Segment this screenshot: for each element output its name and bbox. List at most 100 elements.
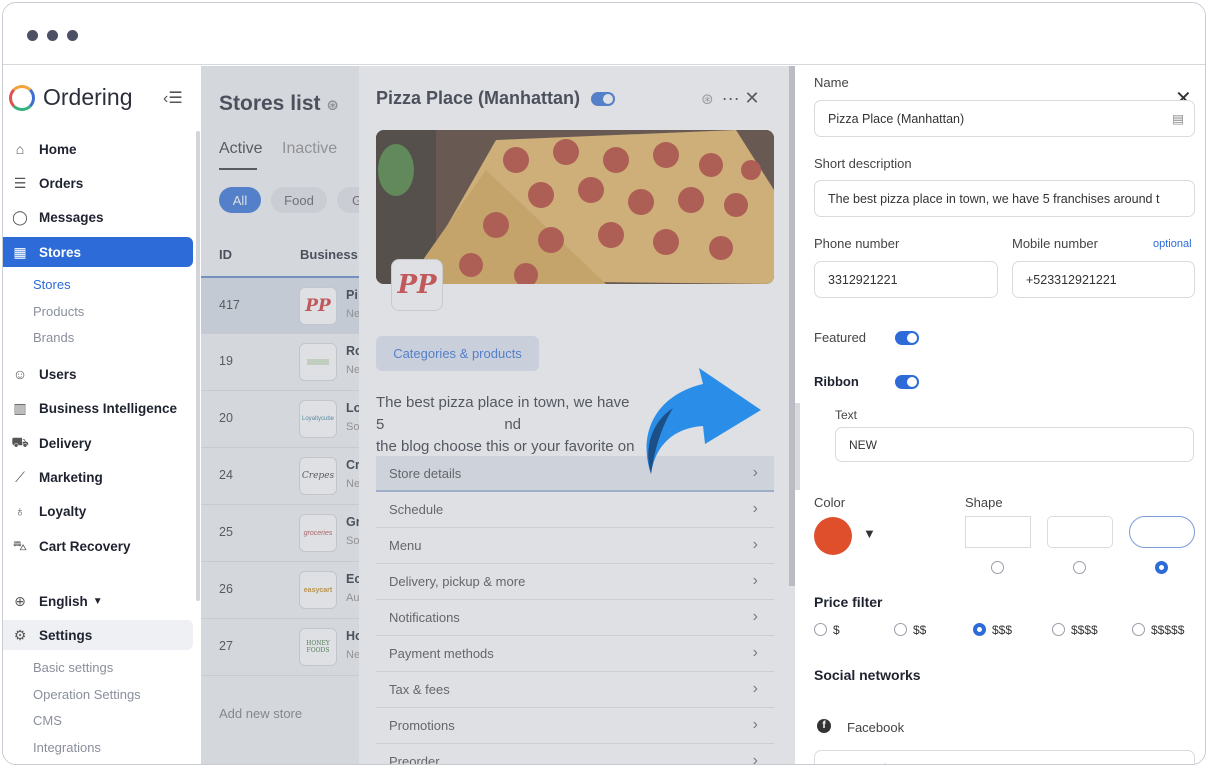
more-close-icons[interactable]: ··· ✕ [722,88,760,108]
store-name: Pi [346,288,358,302]
store-address: Ne [346,364,361,376]
phone-field[interactable]: 3312921221 [814,261,998,298]
store-logo: HONEY FOODS [299,628,337,666]
table-row[interactable]: 25 groceries Gr So [201,504,361,561]
price-radio[interactable] [814,623,827,636]
help-icon[interactable]: ⊛ [701,91,714,108]
price-radio-selected[interactable] [973,623,986,636]
table-row[interactable]: 26 easycart Ec Au [201,561,361,618]
table-row[interactable]: 24 Crepes Cr Ne [201,447,361,504]
tab-label: Active [219,140,263,157]
menu-delivery-pickup[interactable]: Delivery, pickup & more › [376,564,774,600]
chevron-right-icon: › [752,536,758,553]
price-radio[interactable] [894,623,907,636]
add-new-store-link[interactable]: Add new store [219,706,302,721]
window-dot-icon [27,30,38,41]
translate-icon[interactable]: ▤ [1172,111,1184,126]
nav-label: Messages [39,209,104,225]
menu-preorder[interactable]: Preorder › [376,744,774,764]
nav-marketing[interactable]: ⟋ Marketing [3,462,193,492]
help-icon[interactable]: ⊛ [326,97,339,114]
nav-delivery[interactable]: ⛟ Delivery [3,428,193,458]
price-option[interactable]: $$$$ [1071,623,1098,637]
store-address: So [346,535,360,547]
nav-users[interactable]: ☺ Users [3,359,193,389]
ribbon-toggle[interactable] [895,375,919,389]
app: Ordering ‹☰ ⌂ Home ☰ Orders ◯ Messages ▦ Sto… [3,66,1205,764]
shape-rectangle[interactable] [965,516,1031,548]
nav-stores[interactable]: ▦ Stores [3,237,193,267]
price-option[interactable]: $$ [913,623,926,637]
sub-basic-settings[interactable]: Basic settings [33,660,113,675]
menu-label: Store details [389,465,462,481]
panel-title: Pizza Place (Manhattan) [376,88,616,109]
short-description-field[interactable]: The best pizza place in town, we have 5 … [814,180,1195,217]
sub-integrations[interactable]: Integrations [33,740,101,755]
nav-loyalty[interactable]: ♁ Loyalty [3,496,193,526]
store-enabled-toggle[interactable] [591,92,616,107]
menu-payment-methods[interactable]: Payment methods › [376,636,774,672]
caret-down-icon[interactable]: ▼ [863,526,876,541]
short-description-label: Short description [814,156,912,171]
sub-products[interactable]: Products [33,304,84,319]
price-option[interactable]: $$$$$ [1151,623,1184,637]
menu-schedule[interactable]: Schedule › [376,492,774,528]
price-radio[interactable] [1052,623,1065,636]
brand-logo[interactable]: Ordering [9,84,132,111]
featured-toggle[interactable] [895,331,919,345]
chevron-right-icon: › [752,680,758,697]
sub-brands[interactable]: Brands [33,330,74,345]
nav-messages[interactable]: ◯ Messages [3,202,193,232]
shape-rounded[interactable] [1047,516,1113,548]
panel-tools: ⊛ ··· ✕ [701,88,760,109]
filter-chip-food[interactable]: Food [271,187,327,213]
stores-icon: ▦ [13,243,27,260]
ribbon-text-field[interactable]: NEW [835,427,1194,462]
shape-capsule[interactable] [1129,516,1195,548]
language-selector[interactable]: ⊕ English ▼ [3,586,193,616]
menu-tax-fees[interactable]: Tax & fees › [376,672,774,708]
table-row[interactable]: 19 Ro Ne [201,333,363,390]
price-radio[interactable] [1132,623,1145,636]
categories-products-button[interactable]: Categories & products [376,336,539,371]
mobile-field[interactable]: +523312921221 [1012,261,1195,298]
table-row[interactable]: 417 PP Pi Ne [201,276,361,333]
ribbon-color-swatch[interactable] [814,517,852,555]
nav-orders[interactable]: ☰ Orders [3,168,193,198]
column-business: Business [300,247,358,262]
chart-icon: ▥ [13,399,27,416]
menu-promotions[interactable]: Promotions › [376,708,774,744]
name-field[interactable]: Pizza Place (Manhattan) ▤ [814,100,1195,137]
menu-notifications[interactable]: Notifications › [376,600,774,636]
table-row[interactable]: 27 HONEY FOODS Ho Ne [201,618,363,675]
chevron-right-icon: › [752,716,758,733]
shape-radio[interactable] [1073,561,1086,574]
filter-chip-all[interactable]: All [219,187,261,213]
price-option[interactable]: $ [833,623,840,637]
tab-inactive[interactable]: Inactive [282,140,337,158]
price-option[interactable]: $$$ [992,623,1012,637]
nav-label: Settings [39,627,93,643]
table-row[interactable]: 20 Loyaltycube Lo So [201,390,361,447]
name-label: Name [814,75,849,90]
menu-label: Delivery, pickup & more [389,574,526,589]
nav-settings[interactable]: ⚙ Settings [3,620,193,650]
facebook-input[interactable]: User or url [814,750,1195,764]
shape-radio-selected[interactable] [1155,561,1168,574]
sub-operation-settings[interactable]: Operation Settings [33,687,141,702]
store-id: 24 [219,468,233,482]
sub-cms[interactable]: CMS [33,713,62,728]
store-address: Au [346,592,360,604]
collapse-sidebar-icon[interactable]: ‹☰ [163,88,183,108]
nav-cart-recovery[interactable]: ⛍ Cart Recovery [3,531,193,561]
nav-business-intelligence[interactable]: ▥ Business Intelligence [3,393,193,423]
shape-radio[interactable] [991,561,1004,574]
sub-stores[interactable]: Stores [33,277,71,292]
nav-label: Users [39,366,77,382]
menu-menu[interactable]: Menu › [376,528,774,564]
sidebar-scrollbar[interactable] [196,131,200,601]
tab-active[interactable]: Active [219,140,263,170]
store-logo: PP [391,259,443,311]
nav-home[interactable]: ⌂ Home [3,134,193,164]
language-label: English [39,593,88,609]
